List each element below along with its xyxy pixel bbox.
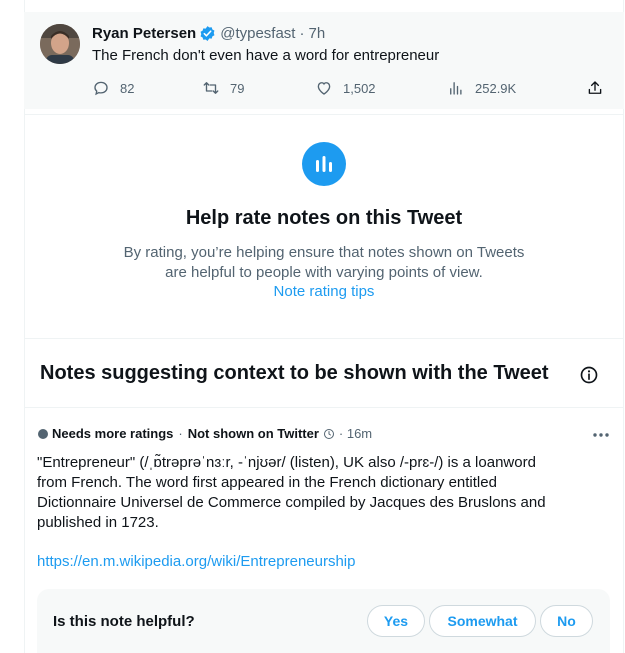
share-icon — [588, 81, 602, 94]
retweet-count: 79 — [230, 80, 245, 96]
retweet-button[interactable]: 79 — [202, 78, 244, 98]
avatar[interactable] — [40, 24, 80, 64]
somewhat-button[interactable]: Somewhat — [429, 605, 536, 637]
more-icon[interactable] — [592, 432, 610, 438]
tweet-time[interactable]: 7h — [308, 25, 325, 42]
notes-section-title: Notes suggesting context to be shown wit… — [40, 362, 549, 384]
reply-count: 82 — [120, 80, 135, 96]
tweet-actions: 82 79 1,502 252.9K — [92, 78, 608, 98]
view-count: 252.9K — [475, 80, 517, 96]
status-dot-icon — [38, 428, 48, 439]
note-rating-tips-link[interactable]: Note rating tips — [24, 283, 624, 300]
note-status: Needs more ratings — [52, 426, 174, 441]
notes-bars-icon — [302, 142, 346, 186]
like-icon — [317, 82, 331, 95]
clock-icon — [323, 428, 334, 439]
views-icon — [450, 82, 462, 95]
verified-badge-icon — [200, 26, 215, 41]
info-icon[interactable] — [579, 365, 599, 385]
reply-button[interactable]: 82 — [92, 78, 134, 98]
retweet-icon — [203, 82, 219, 94]
divider — [24, 407, 624, 408]
author-handle[interactable]: @typesfast — [220, 25, 295, 42]
tweet-text: The French don't even have a word for en… — [92, 47, 440, 64]
help-rate-description: By rating, you’re helping ensure that no… — [24, 243, 624, 283]
divider — [24, 114, 624, 115]
reply-icon — [94, 81, 108, 96]
no-button[interactable]: No — [540, 605, 593, 637]
like-button[interactable]: 1,502 — [315, 78, 376, 98]
help-rate-description-line1: By rating, you’re helping ensure that no… — [123, 244, 525, 261]
note-meta: Needs more ratings · Not shown on Twitte… — [38, 426, 372, 441]
help-rate-title: Help rate notes on this Tweet — [185, 207, 463, 229]
helpful-rating-box: Is this note helpful? Yes Somewhat No — [37, 589, 610, 653]
help-rate-description-line2: are helpful to people with varying point… — [165, 264, 483, 281]
share-button[interactable] — [586, 78, 614, 98]
note-body: "Entrepreneur" (/ˌɒ̃trəprəˈnɜːr, -ˈnjʊər… — [37, 454, 546, 531]
note-source-link[interactable]: https://en.m.wikipedia.org/wiki/Entrepre… — [37, 553, 356, 570]
note-visibility: Not shown on Twitter — [187, 426, 319, 441]
tweet[interactable]: Ryan Petersen @typesfast · 7h The French… — [24, 12, 624, 109]
tweet-author-line: Ryan Petersen @typesfast · 7h — [92, 25, 325, 42]
yes-button[interactable]: Yes — [367, 605, 425, 637]
like-count: 1,502 — [343, 80, 376, 96]
note-time: · 16m — [338, 426, 373, 441]
note-rating-tips-label[interactable]: Note rating tips — [274, 283, 375, 300]
meta-separator: · — [178, 426, 183, 441]
helpful-question: Is this note helpful? — [53, 613, 195, 630]
meta-separator: · — [299, 25, 305, 42]
author-name[interactable]: Ryan Petersen — [92, 25, 196, 42]
divider — [24, 338, 624, 339]
views-button[interactable]: 252.9K — [447, 78, 516, 98]
